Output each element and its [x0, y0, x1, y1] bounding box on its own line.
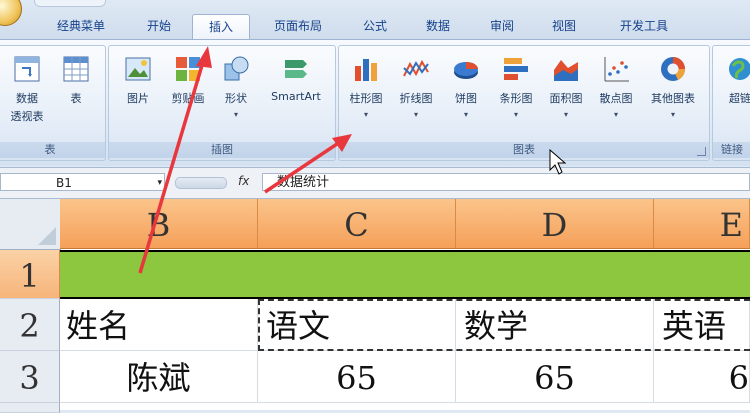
- pivot-table-button[interactable]: 数据 透视表: [3, 54, 51, 134]
- ribbon-insert: 数据 透视表 表 表 图片 剪贴画 形状 ▾ SmartArt 插图 柱形图 ▾…: [0, 39, 750, 166]
- charts-dialog-launcher-icon[interactable]: [697, 147, 706, 156]
- pie-chart-dropdown-icon: ▾: [463, 110, 468, 119]
- column-header-d[interactable]: D: [456, 199, 654, 249]
- column-chart-button[interactable]: 柱形图 ▾: [343, 54, 389, 134]
- line-chart-label: 折线图: [399, 92, 433, 105]
- formula-bar-splitter[interactable]: [175, 177, 227, 189]
- bar-chart-label: 条形图: [499, 92, 533, 105]
- tab-formulas[interactable]: 公式: [350, 14, 400, 38]
- picture-label: 图片: [127, 92, 149, 105]
- shapes-icon: [224, 56, 249, 81]
- cell-d2[interactable]: 数学: [456, 299, 654, 351]
- tab-insert[interactable]: 插入: [192, 14, 250, 39]
- tab-home[interactable]: 开始: [130, 14, 188, 38]
- other-charts-label: 其他图表: [651, 92, 695, 105]
- group-links: 超链 链接: [712, 45, 750, 161]
- picture-icon: [125, 57, 151, 81]
- name-box-dropdown-icon[interactable]: ▾: [157, 174, 162, 192]
- scatter-chart-dropdown-icon: ▾: [613, 110, 618, 119]
- name-box[interactable]: B1 ▾: [0, 173, 165, 191]
- row-header-2[interactable]: 2: [0, 299, 60, 351]
- clipart-button[interactable]: 剪贴画: [165, 54, 211, 134]
- pie-chart-button[interactable]: 饼图 ▾: [443, 54, 489, 134]
- cell-e2[interactable]: 英语: [654, 299, 750, 351]
- row-header-3[interactable]: 3: [0, 351, 60, 403]
- group-charts: 柱形图 ▾ 折线图 ▾ 饼图 ▾ 条形图 ▾ 面积图 ▾ 散点图 ▾ 其他图表 …: [338, 45, 710, 161]
- cell-d3[interactable]: 65: [456, 351, 654, 403]
- select-all-corner[interactable]: [0, 199, 61, 250]
- table-label: 表: [70, 92, 82, 105]
- scatter-chart-label: 散点图: [599, 92, 633, 105]
- worksheet-grid: B C D E 1 2 3 姓名 语文 数学 英语 陈斌 65 65 6: [0, 199, 750, 413]
- scatter-chart-icon: [604, 57, 629, 82]
- formula-bar: B1 ▾ fx 数据统计: [0, 167, 750, 199]
- area-chart-button[interactable]: 面积图 ▾: [543, 54, 589, 134]
- table-icon: [63, 56, 89, 82]
- shapes-button[interactable]: 形状 ▾: [213, 54, 259, 134]
- column-chart-icon: [355, 59, 377, 81]
- ribbon-tab-bar: 经典菜单 开始 插入 页面布局 公式 数据 审阅 视图 开发工具: [0, 0, 750, 40]
- tab-review[interactable]: 审阅: [476, 14, 528, 38]
- tab-page-layout[interactable]: 页面布局: [258, 14, 338, 38]
- tab-classic-menu[interactable]: 经典菜单: [42, 14, 120, 38]
- group-title-links: 链接: [713, 142, 750, 158]
- hyperlink-label: 超链: [729, 92, 750, 105]
- table-button[interactable]: 表: [53, 54, 99, 134]
- smartart-label: SmartArt: [271, 90, 321, 103]
- pivot-table-icon: [14, 56, 40, 82]
- pivot-table-label: 数据: [16, 92, 38, 105]
- tab-developer[interactable]: 开发工具: [604, 14, 684, 38]
- clipart-label: 剪贴画: [171, 92, 205, 105]
- group-title-tables: 表: [0, 142, 105, 158]
- line-chart-icon: [403, 59, 429, 77]
- hyperlink-button[interactable]: 超链: [717, 54, 750, 134]
- row-header-4[interactable]: [0, 403, 60, 413]
- quick-access-toolbar: [34, 0, 106, 7]
- picture-button[interactable]: 图片: [115, 54, 161, 134]
- smartart-icon: [285, 60, 307, 78]
- area-chart-icon: [554, 60, 578, 81]
- line-chart-dropdown-icon: ▾: [413, 110, 418, 119]
- other-charts-dropdown-icon: ▾: [670, 110, 675, 119]
- bar-chart-button[interactable]: 条形图 ▾: [493, 54, 539, 134]
- line-chart-button[interactable]: 折线图 ▾: [393, 54, 439, 134]
- column-chart-dropdown-icon: ▾: [363, 110, 368, 119]
- cell-c3[interactable]: 65: [258, 351, 456, 403]
- pie-chart-icon: [454, 62, 478, 79]
- office-button[interactable]: [0, 0, 22, 26]
- insert-function-icon[interactable]: fx: [238, 174, 249, 188]
- group-title-illustrations: 插图: [109, 142, 335, 158]
- title-row-merged-cell[interactable]: [60, 250, 750, 299]
- doughnut-chart-icon: [661, 57, 686, 81]
- shapes-dropdown-icon: ▾: [233, 110, 238, 119]
- column-header-b[interactable]: B: [60, 199, 258, 249]
- tab-data[interactable]: 数据: [412, 14, 464, 38]
- scatter-chart-button[interactable]: 散点图 ▾: [593, 54, 639, 134]
- name-box-value: B1: [56, 176, 72, 190]
- cell-e3[interactable]: 6: [654, 351, 750, 403]
- area-chart-dropdown-icon: ▾: [563, 110, 568, 119]
- row-header-1[interactable]: 1: [0, 250, 60, 299]
- area-chart-label: 面积图: [549, 92, 583, 105]
- globe-link-icon: [729, 58, 750, 80]
- bar-chart-dropdown-icon: ▾: [513, 110, 518, 119]
- bar-chart-icon: [504, 58, 528, 80]
- tab-view[interactable]: 视图: [538, 14, 590, 38]
- pie-chart-label: 饼图: [455, 92, 477, 105]
- group-title-charts: 图表: [339, 142, 709, 158]
- column-header-e[interactable]: E: [654, 199, 750, 249]
- column-chart-label: 柱形图: [349, 92, 383, 105]
- pivot-table-label-2: 透视表: [10, 110, 44, 123]
- formula-input[interactable]: 数据统计: [262, 173, 750, 191]
- group-illustrations: 图片 剪贴画 形状 ▾ SmartArt 插图: [108, 45, 336, 161]
- smartart-button[interactable]: SmartArt: [261, 54, 331, 134]
- column-header-c[interactable]: C: [258, 199, 456, 249]
- cell-b3[interactable]: 陈斌: [60, 351, 258, 403]
- clipart-icon: [176, 57, 200, 81]
- cell-b2[interactable]: 姓名: [60, 299, 258, 351]
- group-tables: 数据 透视表 表 表: [0, 45, 106, 161]
- cell-c2[interactable]: 语文: [258, 299, 456, 351]
- other-charts-button[interactable]: 其他图表 ▾: [643, 54, 703, 134]
- shapes-label: 形状: [225, 92, 247, 105]
